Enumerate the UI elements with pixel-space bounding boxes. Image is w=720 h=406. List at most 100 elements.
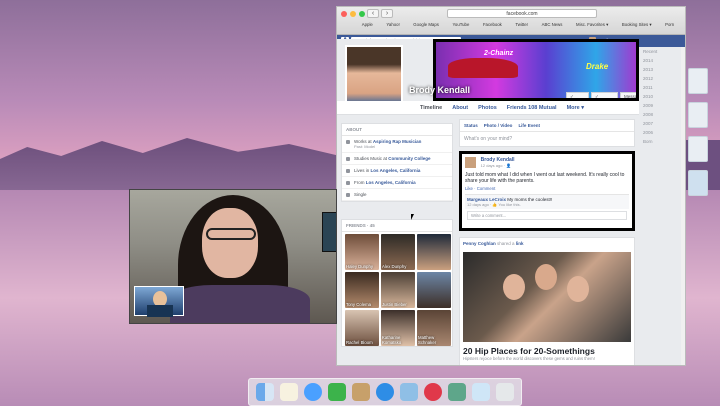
notes-icon[interactable] [352, 383, 370, 401]
shared-link-post: Penny Coghlan shared a link 20 Hip Place… [459, 237, 635, 365]
bookmark-item[interactable]: Porn [665, 22, 674, 28]
year-link[interactable]: 2008 [643, 110, 683, 119]
close-button[interactable] [341, 11, 347, 17]
cover-text: 2-Chainz [484, 50, 514, 57]
desktop-file-icon[interactable] [688, 102, 708, 128]
bookmark-item[interactable]: Twitter [515, 22, 528, 28]
friends-button[interactable]: ✓ Friends ▾ [566, 92, 589, 98]
trash-icon[interactable] [496, 383, 514, 401]
year-link[interactable]: 2012 [643, 74, 683, 83]
bookmark-item[interactable]: Booking Sites ▾ [622, 22, 652, 28]
friend-tile[interactable] [417, 234, 451, 270]
facetime-icon[interactable] [328, 383, 346, 401]
tab-friends[interactable]: Friends 108 Mutual [502, 101, 562, 114]
dock [248, 378, 522, 406]
following-button[interactable]: ✓ Following [591, 92, 618, 98]
back-arrow-icon[interactable]: ‹ [367, 9, 379, 18]
itunes-icon[interactable] [424, 383, 442, 401]
folder-icon[interactable] [472, 383, 490, 401]
about-box: ABOUT Works at Aspiring Rap Musician Past… [341, 123, 453, 202]
about-item: Single [342, 189, 452, 201]
mountains [0, 138, 340, 195]
life-event-tab[interactable]: Life Event [518, 123, 540, 128]
bookmark-item[interactable]: Facebook [483, 22, 502, 28]
bookmark-item[interactable]: ABC News [542, 22, 563, 28]
timeline-years: Recent 2014 2013 2012 2011 2010 2009 200… [643, 47, 683, 146]
photo-face [503, 274, 525, 300]
tab-more[interactable]: More ▾ [562, 101, 589, 114]
tab-timeline[interactable]: Timeline [415, 101, 447, 114]
photo-face [535, 264, 557, 290]
desktop-file-icon[interactable] [688, 170, 708, 196]
year-link[interactable]: 2010 [643, 92, 683, 101]
background-monitor [322, 212, 336, 252]
comment-input[interactable]: Write a comment... [467, 211, 627, 220]
post-time: 12 days ago · 👤 [480, 163, 512, 168]
photos-icon[interactable] [400, 383, 418, 401]
safari-window: ‹ › facebook.com Apple Yahoo! Google Map… [336, 6, 686, 366]
comment-meta: 12 days ago · 👍 You like this. [467, 202, 521, 207]
address-bar[interactable]: facebook.com [447, 9, 597, 18]
friends-header: FRIENDS · 45 [342, 220, 452, 232]
cover-text: Drake [586, 62, 609, 71]
friend-tile[interactable]: Haley Dunphy [345, 234, 379, 270]
mouse-cursor [411, 214, 417, 220]
friend-tile[interactable] [417, 272, 451, 308]
friends-box: FRIENDS · 45 Haley Dunphy Alex Dunphy To… [341, 219, 453, 347]
caller-shirt [170, 285, 310, 323]
contacts-icon[interactable] [280, 383, 298, 401]
shared-link-image[interactable] [463, 252, 631, 342]
friend-tile[interactable]: Matthew Schnaker [417, 310, 451, 346]
self-shirt [147, 305, 173, 317]
year-link[interactable]: 2013 [643, 65, 683, 74]
window-controls [341, 11, 365, 17]
shared-link-title[interactable]: 20 Hip Places for 20-Somethings [463, 346, 631, 356]
bookmark-item[interactable]: Misc. Favorites ▾ [576, 22, 608, 28]
desktop-file-icon[interactable] [688, 68, 708, 94]
composer-input[interactable]: What's on your mind? [460, 132, 634, 146]
year-link[interactable]: Recent [643, 47, 683, 56]
about-header: ABOUT [342, 124, 452, 136]
finder-icon[interactable] [256, 383, 274, 401]
status-tab[interactable]: Status [464, 123, 478, 128]
bookmark-item[interactable]: Yahoo! [386, 22, 399, 28]
friend-tile[interactable]: Justin Bieber [381, 272, 415, 308]
year-link[interactable]: 2014 [643, 56, 683, 65]
desktop-file-icon[interactable] [688, 136, 708, 162]
minimize-button[interactable] [350, 11, 356, 17]
friend-tile[interactable]: Rachel Bloom [345, 310, 379, 346]
caller-glasses [206, 228, 256, 240]
year-link[interactable]: Born [643, 137, 683, 146]
bookmarks-bar: Apple Yahoo! Google Maps YouTube Faceboo… [355, 22, 681, 28]
browser-toolbar: ‹ › facebook.com Apple Yahoo! Google Map… [337, 7, 685, 35]
bookmark-item[interactable]: Apple [362, 22, 373, 28]
safari-icon[interactable] [376, 383, 394, 401]
year-link[interactable]: 2007 [643, 119, 683, 128]
status-post: Brody Kendall 12 days ago · 👤 Just told … [459, 151, 635, 231]
scrollbar[interactable] [681, 47, 685, 365]
friend-tile[interactable]: Katharine Komatsko [381, 310, 415, 346]
zoom-button[interactable] [359, 11, 365, 17]
bookmark-item[interactable]: Google Maps [413, 22, 439, 28]
photo-video-tab[interactable]: Photo / Video [484, 123, 513, 128]
friend-tile[interactable]: Tony Colema [345, 272, 379, 308]
forward-arrow-icon[interactable]: › [381, 9, 393, 18]
self-view-pip[interactable] [134, 286, 184, 317]
profile-picture[interactable] [345, 45, 403, 107]
tab-about[interactable]: About [447, 101, 473, 114]
bookmark-item[interactable]: YouTube [452, 22, 469, 28]
friend-tile[interactable]: Alex Dunphy [381, 234, 415, 270]
year-link[interactable]: 2011 [643, 83, 683, 92]
post-actions[interactable]: Like · Comment [465, 186, 629, 191]
year-link[interactable]: 2006 [643, 128, 683, 137]
composer-box: Status Photo / Video Life Event What's o… [459, 119, 635, 150]
message-button[interactable]: Message [620, 92, 636, 98]
shared-link-description: Hipsters rejoice before the world discov… [463, 356, 595, 361]
messages-icon[interactable] [304, 383, 322, 401]
year-link[interactable]: 2009 [643, 101, 683, 110]
avatar[interactable] [465, 157, 476, 168]
preview-icon[interactable] [448, 383, 466, 401]
photo-face [567, 276, 589, 302]
tab-photos[interactable]: Photos [473, 101, 502, 114]
facetime-window [129, 189, 337, 324]
